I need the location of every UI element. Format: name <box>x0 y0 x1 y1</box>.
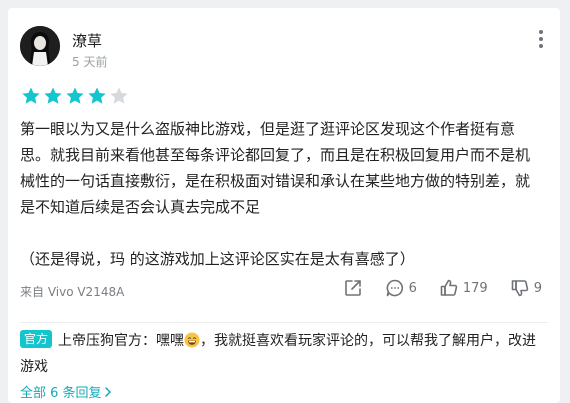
rating-stars <box>21 86 129 106</box>
view-all-replies-label: 全部 6 条回复 <box>20 386 102 401</box>
device-info: 来自 Vivo V2148A <box>20 285 125 299</box>
like-button[interactable]: 179 <box>439 278 488 298</box>
post-time: 5 天前 <box>72 55 108 69</box>
star-empty-icon <box>110 87 128 104</box>
reply-author[interactable]: 上帝压狗官方 <box>58 333 142 349</box>
thumbs-down-icon <box>511 280 528 297</box>
like-count: 179 <box>462 280 488 296</box>
reply-count: 6 <box>408 280 417 296</box>
comment-actions: 6 179 9 <box>321 278 542 298</box>
official-badge: 官方 <box>20 330 53 348</box>
comment-bubble-icon <box>386 279 403 297</box>
dislike-count: 9 <box>533 280 542 296</box>
grinning-face-emoji-icon <box>184 332 200 348</box>
chevron-right-icon <box>104 387 111 397</box>
thumbs-up-icon <box>440 279 458 296</box>
share-icon <box>344 280 361 296</box>
review-card: 潦草 5 天前 第一眼以为又是什么盗版神比游戏，但是逛了逛评论区发现这个作者挺有… <box>8 8 560 403</box>
more-options-icon[interactable] <box>538 30 544 48</box>
user-avatar[interactable] <box>20 26 60 66</box>
star-filled-icon <box>44 87 62 104</box>
star-filled-icon <box>66 87 84 104</box>
username[interactable]: 潦草 <box>72 30 102 51</box>
share-button[interactable] <box>343 278 363 298</box>
reply-separator: ： <box>142 333 157 349</box>
star-filled-icon <box>22 87 40 104</box>
view-all-replies-link[interactable]: 全部 6 条回复 <box>20 382 113 401</box>
divider <box>20 322 548 323</box>
reply-button[interactable]: 6 <box>385 278 417 298</box>
official-reply[interactable]: 官方 上帝压狗官方：嘿嘿 ，我就挺喜欢看玩家评论的，可以帮我了解用户，改进游戏 <box>20 328 548 380</box>
reply-text-start: 嘿嘿 <box>156 333 185 349</box>
comment-text: 第一眼以为又是什么盗版神比游戏，但是逛了逛评论区发现这个作者挺有意思。就我目前来… <box>20 120 531 268</box>
dislike-button[interactable]: 9 <box>510 278 542 298</box>
star-filled-icon <box>88 87 106 104</box>
